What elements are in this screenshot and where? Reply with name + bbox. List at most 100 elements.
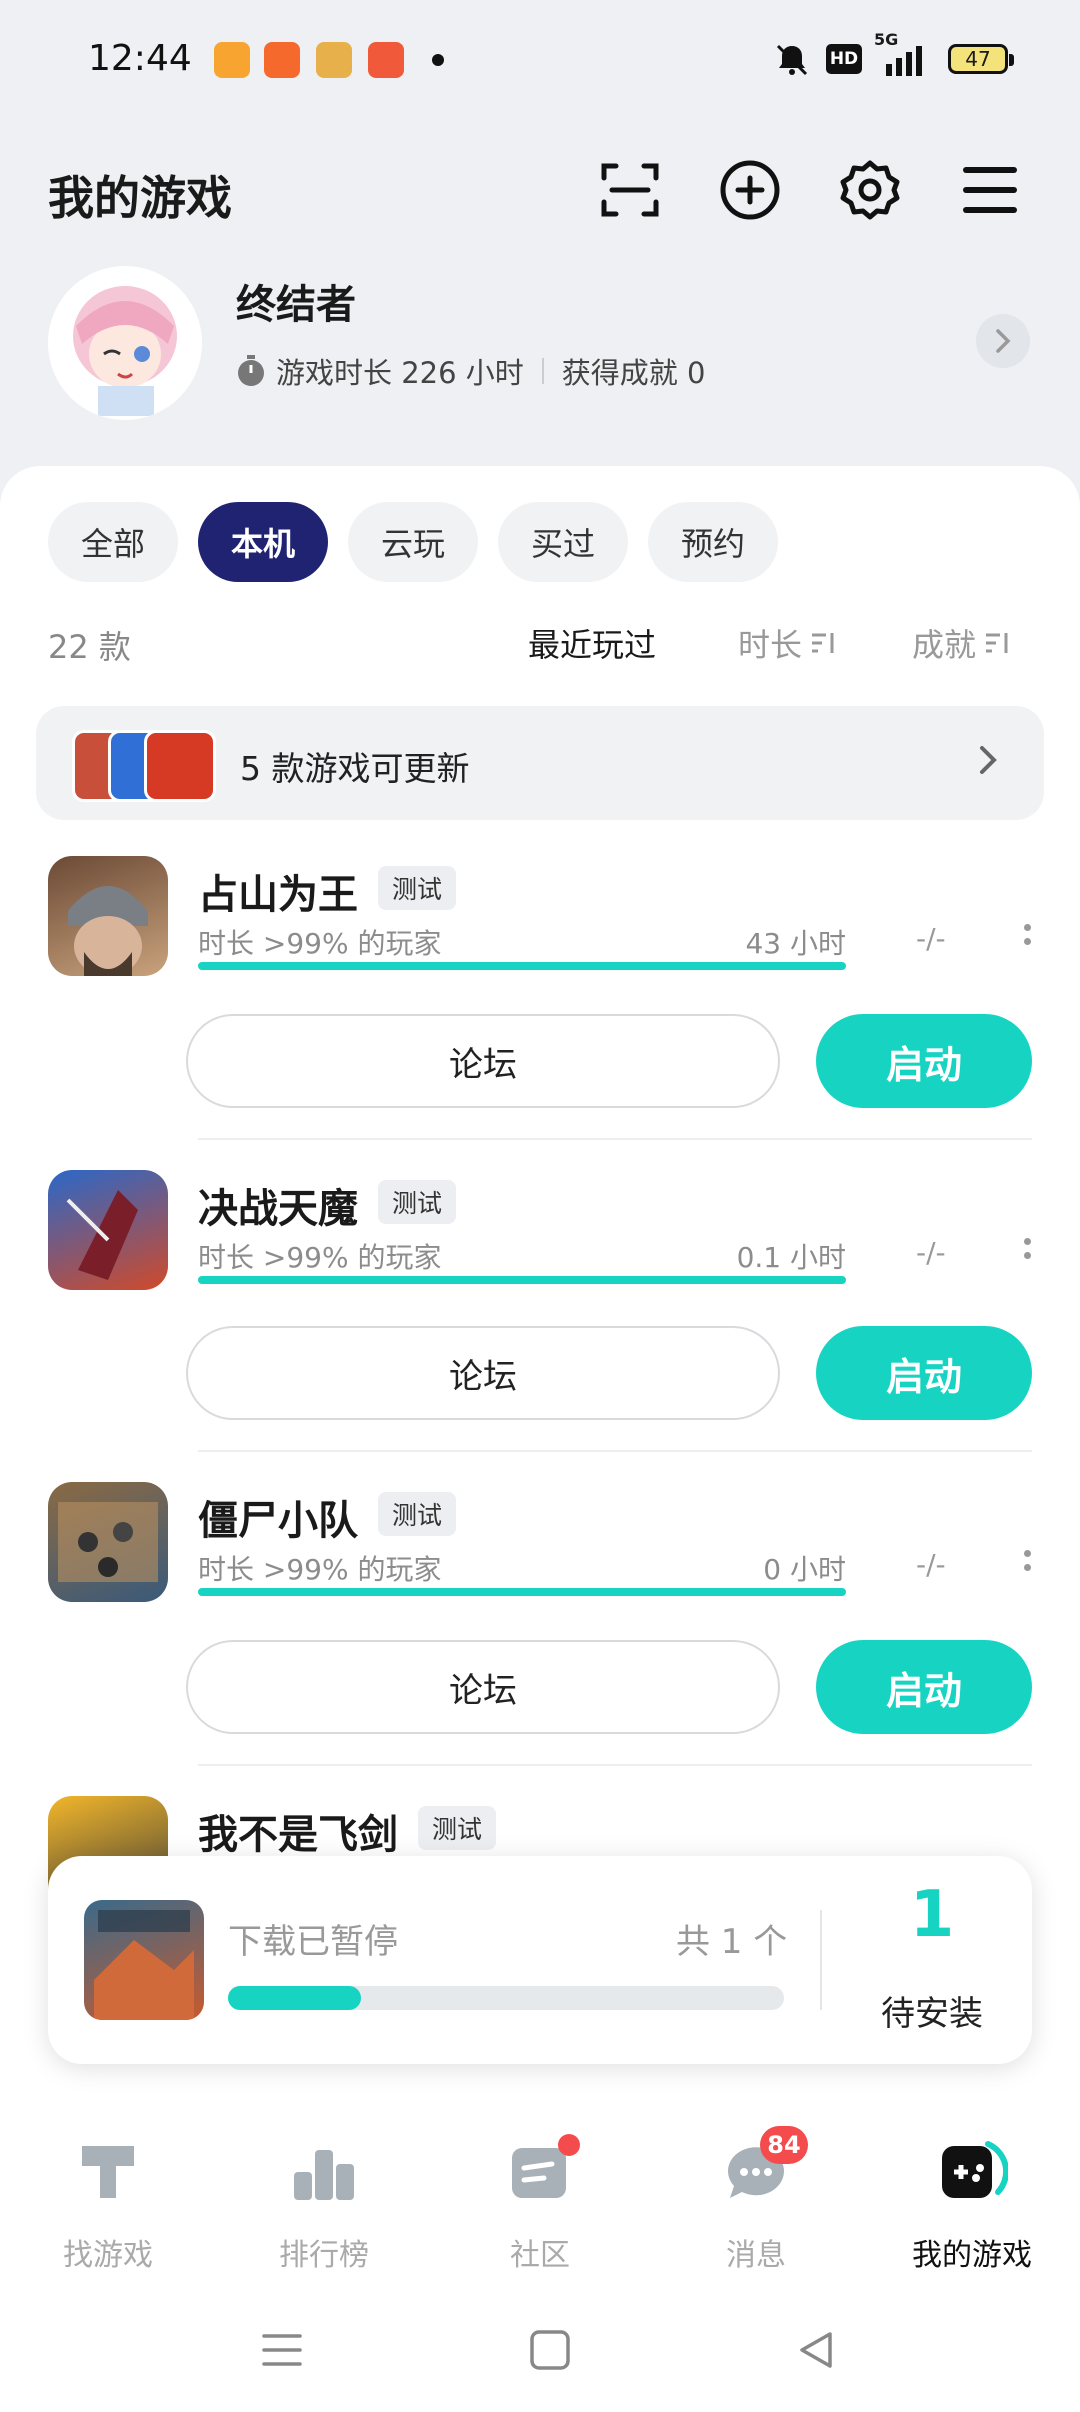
message-icon: 84 [720,2126,808,2208]
home-icon[interactable] [528,2320,572,2380]
download-progress-track [228,1986,784,2010]
row-divider [198,1764,1032,1766]
sort-duration-label: 时长 [738,626,803,664]
chevron-right-icon [980,746,997,774]
playtime-bar [198,1588,846,1596]
tab-all[interactable]: 全部 [48,502,178,582]
update-banner-text: 5 款游戏可更新 [240,749,470,788]
menu-icon[interactable] [954,154,1026,226]
battery-icon: 47 [948,44,1014,74]
page-title: 我的游戏 [48,171,232,225]
game-icon-jiangshixiaodui[interactable] [48,1482,168,1602]
username: 终结者 [236,282,356,328]
nav-ranking[interactable]: 排行榜 [216,2136,432,2274]
find-game-icon [82,2146,134,2198]
forum-button[interactable]: 论坛 [186,1014,780,1108]
test-badge: 测试 [378,866,457,910]
playtime-label: 游戏时长 226 小时 [276,356,524,390]
nav-label: 我的游戏 [912,2238,1032,2273]
recent-apps-icon[interactable] [260,2320,304,2380]
mute-bell-icon [776,44,808,76]
nav-community[interactable]: 社区 [432,2134,648,2274]
sort-recent-label: 最近玩过 [528,626,657,664]
tab-purchased[interactable]: 买过 [498,502,628,582]
tab-reserved[interactable]: 预约 [648,502,778,582]
achievements-label: 获得成就 0 [561,356,706,390]
game-count: 22 款 [48,628,131,666]
game-name[interactable]: 僵尸小队 [198,1488,358,1546]
scan-icon[interactable] [594,154,666,226]
sort-recent[interactable]: 最近玩过 [528,620,656,666]
download-game-icon [84,1900,204,2020]
nav-label: 消息 [726,2238,786,2273]
download-card[interactable]: 下载已暂停 共 1 个 1 待安装 [48,1856,1032,2064]
tab-local[interactable]: 本机 [198,502,328,582]
pending-install-label: 待安装 [881,1994,983,2034]
game-icon-juezhantianmo[interactable] [48,1170,168,1290]
row-divider [198,1450,1032,1452]
more-options-icon[interactable] [1024,1550,1032,1578]
back-icon[interactable] [794,2320,838,2380]
ranking-icon [294,2150,354,2200]
test-badge: 测试 [378,1180,457,1224]
game-name[interactable]: 我不是飞剑 [198,1802,398,1860]
update-game-icon [144,730,216,802]
profile-stats: 游戏时长 226 小时 获得成就 0 [236,350,705,392]
status-bar: 12:44 HD 5G 47 [0,0,1080,120]
test-badge: 测试 [418,1806,497,1850]
avatar[interactable] [48,266,202,420]
download-progress-fill [228,1986,362,2010]
launch-button[interactable]: 启动 [816,1640,1032,1734]
nav-label: 排行榜 [279,2238,369,2273]
more-options-icon[interactable] [1024,924,1032,952]
nav-find-game[interactable]: 找游戏 [0,2136,216,2274]
forum-button[interactable]: 论坛 [186,1326,780,1420]
stopwatch-icon [238,355,264,386]
game-hours: 0 小时 [763,1553,846,1586]
game-icon-zhanshanweiwang[interactable] [48,856,168,976]
forum-button[interactable]: 论坛 [186,1640,780,1734]
download-status: 下载已暂停 [228,1922,398,1962]
pending-install-count: 1 [909,1878,955,1952]
more-options-icon[interactable] [1024,1238,1032,1266]
video-app-icon [214,42,250,78]
game-name[interactable]: 决战天魔 [198,1176,358,1234]
game-playtime-rank: 时长 >99% 的玩家 [198,1241,442,1274]
sort-duration[interactable]: 时长 [738,620,836,666]
playtime-bar [198,962,846,970]
nav-label: 社区 [510,2238,570,2273]
game-achievement: -/- [916,1236,946,1269]
game-playtime-rank: 时长 >99% 的玩家 [198,1553,442,1586]
update-banner[interactable]: 5 款游戏可更新 [36,706,1044,820]
shop-app-icon [264,42,300,78]
community-icon [504,2134,580,2208]
sort-achievement-label: 成就 [912,626,977,664]
sort-achievement[interactable]: 成就 [912,620,1010,666]
game-hours: 43 小时 [745,927,846,960]
playtime-bar [198,1276,846,1284]
hd-icon: HD [826,44,862,74]
sort-icon [986,633,1008,653]
download-total: 共 1 个 [676,1922,788,1962]
launch-button[interactable]: 启动 [816,1326,1032,1420]
add-circle-icon[interactable] [714,154,786,226]
game-achievement: -/- [916,1548,946,1581]
launch-button[interactable]: 启动 [816,1014,1032,1108]
test-badge: 测试 [378,1492,457,1536]
nav-my-games[interactable]: 我的游戏 [864,2136,1080,2274]
sort-icon [812,633,834,653]
news-app-icon [316,42,352,78]
game-app-icon [368,42,404,78]
settings-gear-icon[interactable] [834,154,906,226]
row-divider [198,1138,1032,1140]
profile-chevron-right-icon[interactable] [976,314,1030,368]
game-playtime-rank: 时长 >99% 的玩家 [198,927,442,960]
game-name[interactable]: 占山为王 [198,862,358,920]
message-count-badge: 84 [760,2126,808,2164]
tab-cloud[interactable]: 云玩 [348,502,478,582]
nav-label: 找游戏 [63,2238,153,2273]
notification-dot [558,2134,580,2156]
nav-messages[interactable]: 84 消息 [648,2126,864,2274]
download-divider [820,1910,822,2010]
my-games-icon [942,2141,1008,2198]
